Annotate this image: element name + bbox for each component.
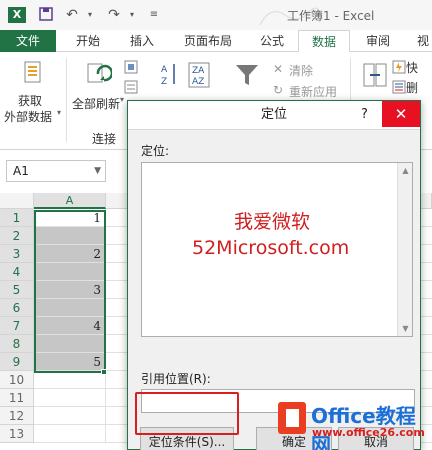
tab-review[interactable]: 审阅 — [360, 30, 396, 52]
save-icon[interactable] — [38, 7, 54, 23]
flash-fill-button[interactable]: 快 — [406, 59, 418, 76]
watermark-text: 我爱微软 — [234, 211, 311, 233]
cell-a13[interactable] — [34, 425, 106, 443]
scroll-down-icon[interactable]: ▼ — [398, 321, 413, 336]
undo-dropdown-icon[interactable]: ▾ — [82, 7, 98, 23]
flash-fill-icon[interactable] — [392, 60, 406, 74]
row-header[interactable]: 11 — [0, 389, 34, 407]
refresh-dropdown-icon[interactable]: ▾ — [120, 95, 124, 104]
window-title: 工作簿1 - Excel — [287, 9, 375, 23]
cell-a3[interactable]: 2 — [34, 245, 106, 263]
name-box[interactable]: A1 ▼ — [6, 160, 106, 182]
tab-formulas[interactable]: 公式 — [254, 30, 290, 52]
tab-data[interactable]: 数据 — [298, 30, 350, 53]
cell-a4[interactable] — [34, 263, 106, 281]
tab-view[interactable]: 视 — [414, 30, 432, 52]
row-header[interactable]: 7 — [0, 317, 34, 335]
sort-icon[interactable]: ZA AZ — [188, 62, 210, 88]
select-all-corner[interactable] — [0, 193, 34, 209]
redo-dropdown-icon[interactable]: ▾ — [124, 7, 140, 23]
text-to-columns-icon[interactable] — [362, 62, 388, 88]
cell-a10[interactable] — [34, 371, 106, 389]
close-icon[interactable]: ✕ — [382, 101, 420, 127]
dialog-title: 定位 — [128, 101, 420, 129]
logo-name: Office教程网 — [311, 404, 416, 450]
goto-label: 定位: — [141, 144, 170, 158]
cell-a5[interactable]: 3 — [34, 281, 106, 299]
vertical-scrollbar[interactable]: ▲ ▼ — [397, 163, 412, 336]
office-logo-icon — [278, 402, 306, 434]
cell-a1[interactable]: 1 — [34, 209, 106, 227]
svg-text:AZ: AZ — [192, 77, 204, 87]
cell-a8[interactable] — [34, 335, 106, 353]
svg-text:A: A — [161, 65, 168, 75]
svg-text:ZA: ZA — [192, 66, 205, 76]
reference-label: 引用位置(R): — [141, 372, 211, 386]
row-header[interactable]: 12 — [0, 407, 34, 425]
reapply-icon[interactable]: ↻ — [273, 83, 283, 97]
row-header[interactable]: 8 — [0, 335, 34, 353]
tab-home[interactable]: 开始 — [70, 30, 106, 52]
ribbon-tabs: 文件 开始 插入 页面布局 公式 数据 审阅 视 — [0, 30, 432, 53]
row-header[interactable]: 9 — [0, 353, 34, 371]
refresh-all-icon — [87, 63, 112, 83]
title-bar: X ↶ ▾ ↷ ▾ ≡ 工作簿1 - Excel — [0, 0, 432, 30]
goto-dialog: 定位 ? ✕ 定位: 我爱微软 52Microsoft.com ▲ ▼ 引用位置… — [127, 100, 421, 450]
name-box-value: A1 — [13, 164, 29, 178]
row-header[interactable]: 1 — [0, 209, 34, 227]
external-data-icon — [24, 61, 41, 83]
row-header[interactable]: 4 — [0, 263, 34, 281]
remove-duplicates-button[interactable]: 删 — [406, 79, 418, 96]
refresh-all-button[interactable]: 全部刷新 — [72, 95, 120, 112]
excel-window: X ↶ ▾ ↷ ▾ ≡ 工作簿1 - Excel 文件 开始 插入 页面布局 公… — [0, 0, 432, 450]
cell-a7[interactable]: 4 — [34, 317, 106, 335]
cell-a6[interactable] — [34, 299, 106, 317]
tab-insert[interactable]: 插入 — [124, 30, 160, 52]
clear-filter-icon[interactable]: ✕ — [273, 62, 283, 76]
site-logo: Office教程网 www.office26.com — [274, 400, 432, 450]
cell-a12[interactable] — [34, 407, 106, 425]
cell-a2[interactable] — [34, 227, 106, 245]
help-icon[interactable]: ? — [361, 101, 368, 129]
sort-az-icon[interactable]: A Z — [160, 62, 180, 88]
row-header[interactable]: 5 — [0, 281, 34, 299]
connections-icon[interactable] — [124, 60, 138, 74]
ribbon-separator — [66, 58, 67, 142]
remove-duplicates-icon[interactable] — [392, 80, 406, 94]
goto-list[interactable]: 我爱微软 52Microsoft.com ▲ ▼ — [141, 162, 413, 337]
chevron-down-icon[interactable]: ▼ — [94, 161, 101, 181]
column-header-a[interactable]: A — [34, 193, 106, 209]
get-external-data-button[interactable]: 获取 — [18, 92, 42, 109]
clear-button[interactable]: 清除 — [289, 62, 313, 79]
get-external-data-label[interactable]: 外部数据 — [4, 108, 52, 125]
fill-handle[interactable] — [101, 369, 107, 375]
row-header[interactable]: 6 — [0, 299, 34, 317]
tab-file[interactable]: 文件 — [0, 30, 56, 52]
logo-url: www.office26.com — [312, 426, 425, 439]
connections-group-label: 连接 — [92, 132, 117, 146]
watermark-url: 52Microsoft.com — [192, 237, 350, 259]
customize-qat-icon[interactable]: ≡ — [146, 7, 162, 23]
cell-a11[interactable] — [34, 389, 106, 407]
row-header[interactable]: 3 — [0, 245, 34, 263]
filter-icon[interactable] — [234, 62, 260, 88]
svg-text:Z: Z — [161, 77, 167, 87]
cell-a9[interactable]: 5 — [34, 353, 106, 371]
tab-page-layout[interactable]: 页面布局 — [178, 30, 238, 52]
scroll-up-icon[interactable]: ▲ — [398, 163, 413, 178]
row-header[interactable]: 13 — [0, 425, 34, 443]
undo-icon[interactable]: ↶ — [64, 7, 80, 23]
redo-icon[interactable]: ↷ — [106, 7, 122, 23]
row-header[interactable]: 10 — [0, 371, 34, 389]
special-button[interactable]: 定位条件(S)... — [140, 427, 234, 450]
reapply-button[interactable]: 重新应用 — [289, 83, 337, 100]
properties-icon[interactable] — [124, 80, 138, 94]
row-header[interactable]: 2 — [0, 227, 34, 245]
chevron-down-icon[interactable]: ▾ — [57, 108, 61, 117]
excel-logo-icon: X — [8, 7, 26, 23]
